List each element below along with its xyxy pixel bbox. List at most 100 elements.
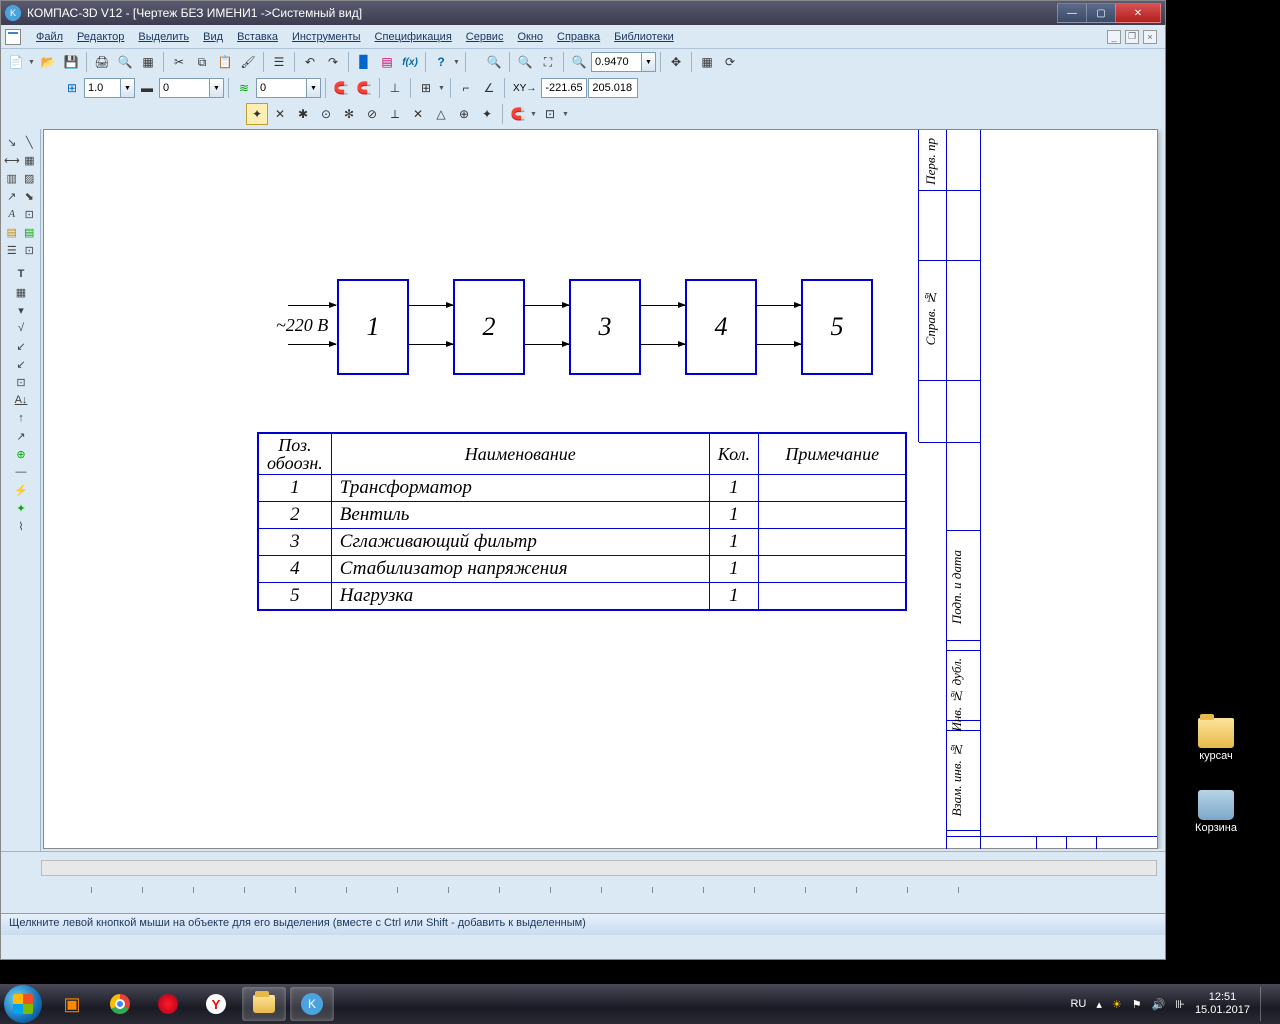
- snap-along-button[interactable]: ✦: [476, 103, 498, 125]
- text-tool[interactable]: A: [3, 205, 21, 223]
- table-row[interactable]: 4Стабилизатор напряжения1: [258, 556, 906, 583]
- snap-endpoint-button[interactable]: ✕: [269, 103, 291, 125]
- state-button[interactable]: ▬: [136, 77, 158, 99]
- snap-tangent-button[interactable]: ⊘: [361, 103, 383, 125]
- block-3[interactable]: 3: [569, 279, 641, 375]
- leader-tool[interactable]: ↙: [3, 337, 39, 355]
- hatch-tool[interactable]: ▦: [21, 151, 38, 169]
- desktop-folder[interactable]: курсач: [1192, 718, 1240, 762]
- block-5[interactable]: 5: [801, 279, 873, 375]
- snap-angle-button[interactable]: △: [430, 103, 452, 125]
- task-chrome[interactable]: [98, 987, 142, 1021]
- manager-button[interactable]: ▉: [353, 51, 375, 73]
- tray-weather-icon[interactable]: ☀: [1112, 998, 1122, 1011]
- step-dropdown-1[interactable]: ▼: [120, 78, 135, 98]
- table-row[interactable]: 1Трансформатор1: [258, 475, 906, 502]
- properties-button[interactable]: ☰: [268, 51, 290, 73]
- open-button[interactable]: 📂: [37, 51, 59, 73]
- maximize-button[interactable]: ▢: [1086, 3, 1116, 23]
- tray-lang[interactable]: RU: [1070, 998, 1086, 1010]
- views-tool[interactable]: ⊡: [21, 241, 39, 259]
- mdi-close[interactable]: ×: [1143, 30, 1157, 44]
- snap-disable-button[interactable]: 🧲: [507, 103, 529, 125]
- refresh-button[interactable]: ⟳: [719, 51, 741, 73]
- arrow-tool[interactable]: ↗: [3, 427, 39, 445]
- select-tool[interactable]: ⬊: [21, 187, 39, 205]
- table-row[interactable]: 2Вентиль1: [258, 502, 906, 529]
- tray-action-icon[interactable]: ⚑: [1132, 998, 1142, 1011]
- layer-combo[interactable]: ▼: [256, 78, 321, 98]
- layer-input[interactable]: [256, 78, 306, 98]
- center-tool[interactable]: ⊕: [3, 445, 39, 463]
- mdi-restore[interactable]: ❐: [1125, 30, 1139, 44]
- mdi-minimize[interactable]: _: [1107, 30, 1121, 44]
- symbols-tool[interactable]: ▥: [3, 169, 21, 187]
- zoom-in-button[interactable]: 🔍: [483, 51, 505, 73]
- local-cs-button[interactable]: ⌐: [455, 77, 477, 99]
- block-2[interactable]: 2: [453, 279, 525, 375]
- snap-grid-button[interactable]: ✕: [407, 103, 429, 125]
- menu-view[interactable]: Вид: [196, 29, 230, 45]
- grid-display-button[interactable]: ⊞: [415, 77, 437, 99]
- drawing-paper[interactable]: ~220 В 1 2 3 4 5: [43, 129, 1158, 849]
- desktop-recycle-bin[interactable]: Корзина: [1192, 790, 1240, 834]
- task-media-player[interactable]: ▣: [50, 987, 94, 1021]
- show-desktop-button[interactable]: [1260, 987, 1268, 1021]
- parts-table[interactable]: Поз. обоозн. Наименование Кол. Примечани…: [257, 432, 907, 611]
- menu-spec[interactable]: Спецификация: [368, 29, 459, 45]
- reports-tool[interactable]: ☰: [3, 241, 21, 259]
- dimension-tool[interactable]: ⟷: [3, 151, 21, 169]
- h-scrollbar[interactable]: [41, 860, 1157, 876]
- datum-tool[interactable]: A↓: [3, 391, 39, 409]
- print-button[interactable]: 🖨: [91, 51, 113, 73]
- param-tool[interactable]: ⊡: [21, 205, 39, 223]
- step-input-2[interactable]: [159, 78, 209, 98]
- geometry-tool[interactable]: ↘: [3, 133, 21, 151]
- snap-normal-button[interactable]: ⟂: [384, 103, 406, 125]
- layer-dropdown[interactable]: ▼: [306, 78, 321, 98]
- cut-line-tool[interactable]: ↑: [3, 409, 39, 427]
- coord-y-input[interactable]: [588, 78, 638, 98]
- variables-button[interactable]: ▤: [376, 51, 398, 73]
- menu-file[interactable]: Файл: [29, 29, 70, 45]
- base-tool[interactable]: ▾: [3, 301, 39, 319]
- minimize-button[interactable]: —: [1057, 3, 1087, 23]
- pan-button[interactable]: ✥: [665, 51, 687, 73]
- start-button[interactable]: [4, 985, 42, 1023]
- menu-help[interactable]: Справка: [550, 29, 607, 45]
- task-kompas[interactable]: K: [290, 987, 334, 1021]
- coord-x-input[interactable]: [541, 78, 587, 98]
- step-dropdown-2[interactable]: ▼: [209, 78, 224, 98]
- document-icon[interactable]: [5, 29, 21, 45]
- menu-select[interactable]: Выделить: [131, 29, 196, 45]
- menu-service[interactable]: Сервис: [459, 29, 511, 45]
- snap-point-button[interactable]: ⊕: [453, 103, 475, 125]
- title-bar[interactable]: K КОМПАС-3D V12 - [Чертеж БЕЗ ИМЕНИ1 ->С…: [1, 1, 1165, 25]
- measure-tool[interactable]: ▤: [3, 223, 21, 241]
- snap-toggle-2[interactable]: 🧲: [353, 77, 375, 99]
- block-4[interactable]: 4: [685, 279, 757, 375]
- roughness2-tool[interactable]: √: [3, 319, 39, 337]
- zoom-combo[interactable]: ▼: [591, 52, 656, 72]
- tolerance-tool[interactable]: ⊡: [3, 373, 39, 391]
- text-input-tool[interactable]: T: [3, 265, 39, 283]
- spec-tool[interactable]: ▤: [21, 223, 39, 241]
- snap-center-button[interactable]: ⊙: [315, 103, 337, 125]
- new-button[interactable]: 📄: [5, 51, 27, 73]
- canvas-area[interactable]: ~220 В 1 2 3 4 5: [41, 129, 1165, 849]
- snap-settings-button[interactable]: ⊡: [539, 103, 561, 125]
- zoom-dropdown[interactable]: ▼: [641, 52, 656, 72]
- zoom-input[interactable]: [591, 52, 641, 72]
- print-preview-button[interactable]: 🔍: [114, 51, 136, 73]
- table-row[interactable]: 5Нагрузка1: [258, 583, 906, 611]
- line-tool[interactable]: ╲: [21, 133, 39, 151]
- snap-settings-dropdown[interactable]: ▼: [562, 111, 570, 118]
- angle-button[interactable]: ∠: [478, 77, 500, 99]
- table-row[interactable]: 3Сглаживающий фильтр1: [258, 529, 906, 556]
- zoom-scale-button[interactable]: 🔍: [568, 51, 590, 73]
- zoom-fit-button[interactable]: ⛶: [537, 51, 559, 73]
- menu-libs[interactable]: Библиотеки: [607, 29, 681, 45]
- wave-tool[interactable]: ⚡: [3, 481, 39, 499]
- grid-dropdown[interactable]: ▼: [438, 85, 446, 92]
- new-dropdown[interactable]: ▼: [28, 59, 36, 66]
